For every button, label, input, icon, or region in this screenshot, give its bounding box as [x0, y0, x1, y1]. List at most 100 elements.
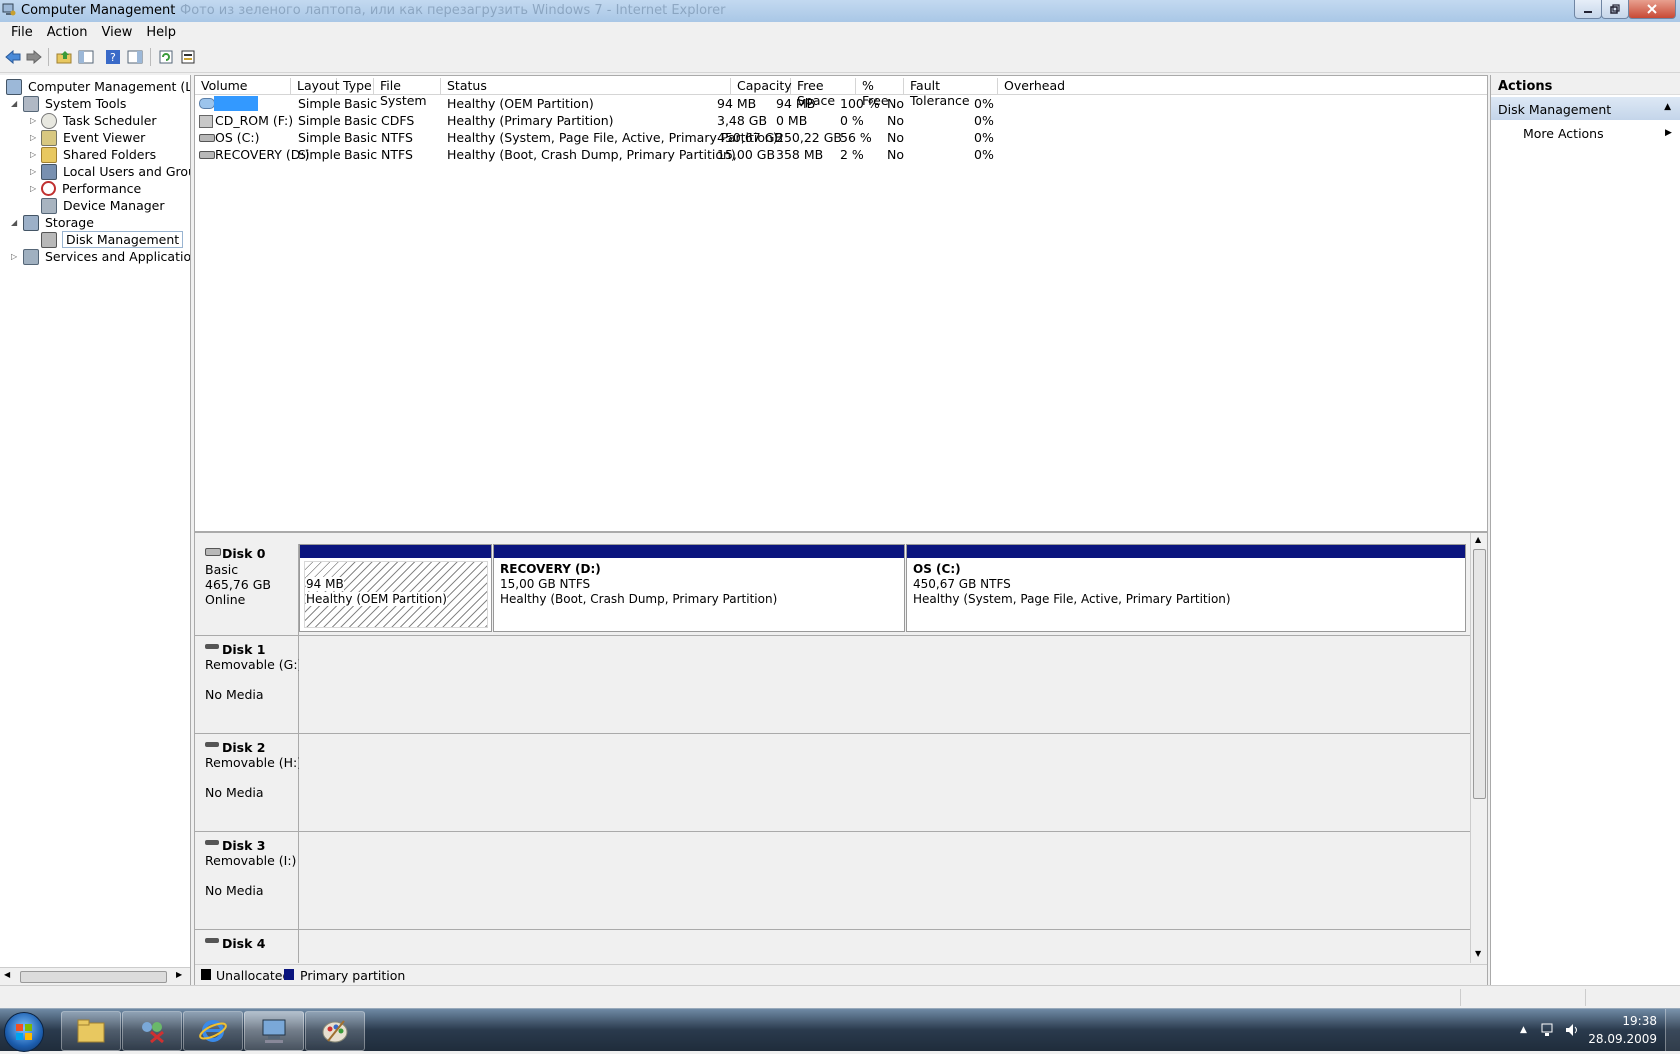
cell-percent-free: 0 %	[840, 113, 864, 128]
tree-item-disk-management[interactable]: Disk Management	[41, 231, 184, 248]
refresh-button[interactable]	[157, 48, 175, 66]
collapse-system-tools-icon[interactable]: ◢	[11, 99, 17, 108]
column-fault-tolerance[interactable]: Fault Tolerance	[904, 78, 998, 108]
tree-item-task-scheduler[interactable]: Task Scheduler	[41, 112, 157, 129]
table-row[interactable]: Simple Basic Healthy (OEM Partition) 94 …	[195, 95, 1487, 112]
taskbar-explorer-button[interactable]	[61, 1011, 121, 1051]
taskbar-remote-assistance-button[interactable]	[122, 1011, 182, 1051]
volume-name-selected[interactable]	[214, 96, 258, 111]
partition-oem[interactable]: 94 MB Healthy (OEM Partition)	[299, 544, 492, 632]
taskbar-paint-button[interactable]	[305, 1011, 365, 1051]
menu-view[interactable]: View	[94, 22, 139, 40]
tree-item-storage[interactable]: Storage	[23, 214, 94, 231]
disk-type: Removable (I:)	[205, 853, 297, 868]
scrollbar-thumb[interactable]	[20, 971, 167, 983]
tree-item-shared-folders[interactable]: Shared Folders	[41, 146, 156, 163]
scroll-right-icon[interactable]: ▶	[176, 970, 182, 979]
close-button[interactable]	[1628, 0, 1676, 19]
clock-icon	[41, 112, 57, 129]
tree-item-computer-management[interactable]: Computer Management (Local	[6, 78, 190, 95]
volume-list[interactable]: Volume Layout Type File System Status Ca…	[194, 75, 1488, 532]
expand-event-viewer-icon[interactable]: ▷	[30, 133, 36, 142]
tree-item-device-manager[interactable]: Device Manager	[41, 197, 165, 214]
cell-capacity: 450,67 GB	[717, 130, 783, 145]
show-hidden-icons-icon[interactable]: ▲	[1520, 1025, 1527, 1035]
column-percent-free[interactable]: % Free	[856, 78, 904, 108]
column-layout[interactable]: Layout	[291, 78, 340, 94]
scroll-up-icon[interactable]: ▲	[1475, 535, 1481, 544]
cell-file-system: CDFS	[381, 113, 415, 128]
scroll-left-icon[interactable]: ◀	[4, 970, 10, 979]
computer-management-app-icon	[2, 3, 16, 16]
expand-performance-icon[interactable]: ▷	[30, 184, 36, 193]
scrollbar-thumb[interactable]	[1473, 549, 1486, 799]
cell-fault-tolerance: No	[887, 130, 904, 145]
action-pane-icon	[127, 50, 143, 64]
restore-icon	[1610, 4, 1620, 14]
console-tree[interactable]: Computer Management (Local ◢ System Tool…	[0, 75, 191, 985]
column-overhead[interactable]: Overhead	[998, 78, 1078, 94]
disk-2-label[interactable]: Disk 2 Removable (H:) No Media	[195, 734, 302, 832]
expand-local-users-icon[interactable]: ▷	[30, 167, 36, 176]
network-icon[interactable]	[1540, 1022, 1556, 1038]
cell-percent-free: 100 %	[840, 96, 880, 111]
disk-graphical-view[interactable]: Disk 0 Basic 465,76 GB Online 94 MB Heal…	[194, 532, 1488, 986]
disk-0-label[interactable]: Disk 0 Basic 465,76 GB Online	[195, 544, 299, 636]
tree-horizontal-scrollbar[interactable]: ◀ ▶	[0, 967, 190, 985]
collapse-section-icon[interactable]: ▲	[1664, 102, 1671, 112]
column-status[interactable]: Status	[441, 78, 731, 94]
help-button[interactable]: ?	[104, 48, 122, 66]
volume-icon[interactable]	[1564, 1022, 1580, 1038]
show-desktop-button[interactable]	[1665, 1009, 1680, 1051]
maximize-button[interactable]	[1601, 0, 1629, 19]
column-capacity[interactable]: Capacity	[731, 78, 792, 94]
actions-section-disk-management[interactable]: Disk Management ▲	[1491, 97, 1680, 120]
start-button[interactable]	[4, 1012, 44, 1052]
forward-button[interactable]	[25, 48, 43, 66]
taskbar-internet-explorer-button[interactable]	[183, 1011, 243, 1051]
disk-view-vertical-scrollbar[interactable]: ▲ ▼	[1470, 533, 1487, 963]
title-bar[interactable]: Computer Management Фото из зеленого лап…	[0, 0, 1680, 23]
column-file-system[interactable]: File System	[374, 78, 441, 108]
taskbar-computer-management-button[interactable]	[244, 1011, 304, 1051]
partition-recovery[interactable]: RECOVERY (D:) 15,00 GB NTFS Healthy (Boo…	[493, 544, 905, 632]
column-free-space[interactable]: Free Space	[791, 78, 856, 108]
cell-layout: Simple	[298, 147, 341, 162]
menu-action[interactable]: Action	[40, 22, 95, 40]
minimize-button[interactable]	[1574, 0, 1602, 19]
tree-item-local-users-and-groups[interactable]: Local Users and Groups	[41, 163, 190, 180]
disk-1-label[interactable]: Disk 1 Removable (G:) No Media	[195, 636, 302, 734]
menu-file[interactable]: File	[4, 22, 40, 40]
tree-item-system-tools[interactable]: System Tools	[23, 95, 126, 112]
table-row[interactable]: RECOVERY (D:) Simple Basic NTFS Healthy …	[195, 146, 1487, 163]
expand-shared-folders-icon[interactable]: ▷	[30, 150, 36, 159]
column-type[interactable]: Type	[337, 78, 374, 94]
partition-size: 450,67 GB NTFS	[913, 577, 1011, 591]
disk-4-label[interactable]: Disk 4	[195, 930, 299, 963]
clock-date[interactable]: 28.09.2009	[1588, 1032, 1657, 1046]
more-actions-link[interactable]: More Actions	[1523, 126, 1604, 141]
computer-icon	[6, 78, 22, 95]
tree-item-event-viewer[interactable]: Event Viewer	[41, 129, 145, 146]
expand-services-icon[interactable]: ▷	[11, 252, 17, 261]
cell-status: Healthy (OEM Partition)	[447, 96, 594, 111]
cell-fault-tolerance: No	[887, 113, 904, 128]
properties-button[interactable]	[179, 48, 197, 66]
tree-item-services-and-applications[interactable]: Services and Applications	[23, 248, 190, 265]
clock-time[interactable]: 19:38	[1622, 1014, 1657, 1028]
scroll-down-icon[interactable]: ▼	[1475, 949, 1481, 958]
partition-os[interactable]: OS (C:) 450,67 GB NTFS Healthy (System, …	[906, 544, 1466, 632]
column-volume[interactable]: Volume	[195, 78, 291, 94]
disk-3-label[interactable]: Disk 3 Removable (I:) No Media	[195, 832, 299, 930]
menu-help[interactable]: Help	[139, 22, 183, 40]
back-button[interactable]	[4, 48, 22, 66]
show-hide-action-pane-button[interactable]	[126, 48, 144, 66]
background-window-title: Фото из зеленого лаптопа, или как переза…	[180, 3, 726, 18]
table-row[interactable]: OS (C:) Simple Basic NTFS Healthy (Syste…	[195, 129, 1487, 146]
expand-task-scheduler-icon[interactable]: ▷	[30, 116, 36, 125]
up-one-level-button[interactable]	[55, 48, 73, 66]
tree-item-performance[interactable]: Performance	[41, 180, 141, 197]
table-row[interactable]: CD_ROM (F:) Simple Basic CDFS Healthy (P…	[195, 112, 1487, 129]
collapse-storage-icon[interactable]: ◢	[11, 218, 17, 227]
show-hide-console-tree-button[interactable]	[77, 48, 95, 66]
